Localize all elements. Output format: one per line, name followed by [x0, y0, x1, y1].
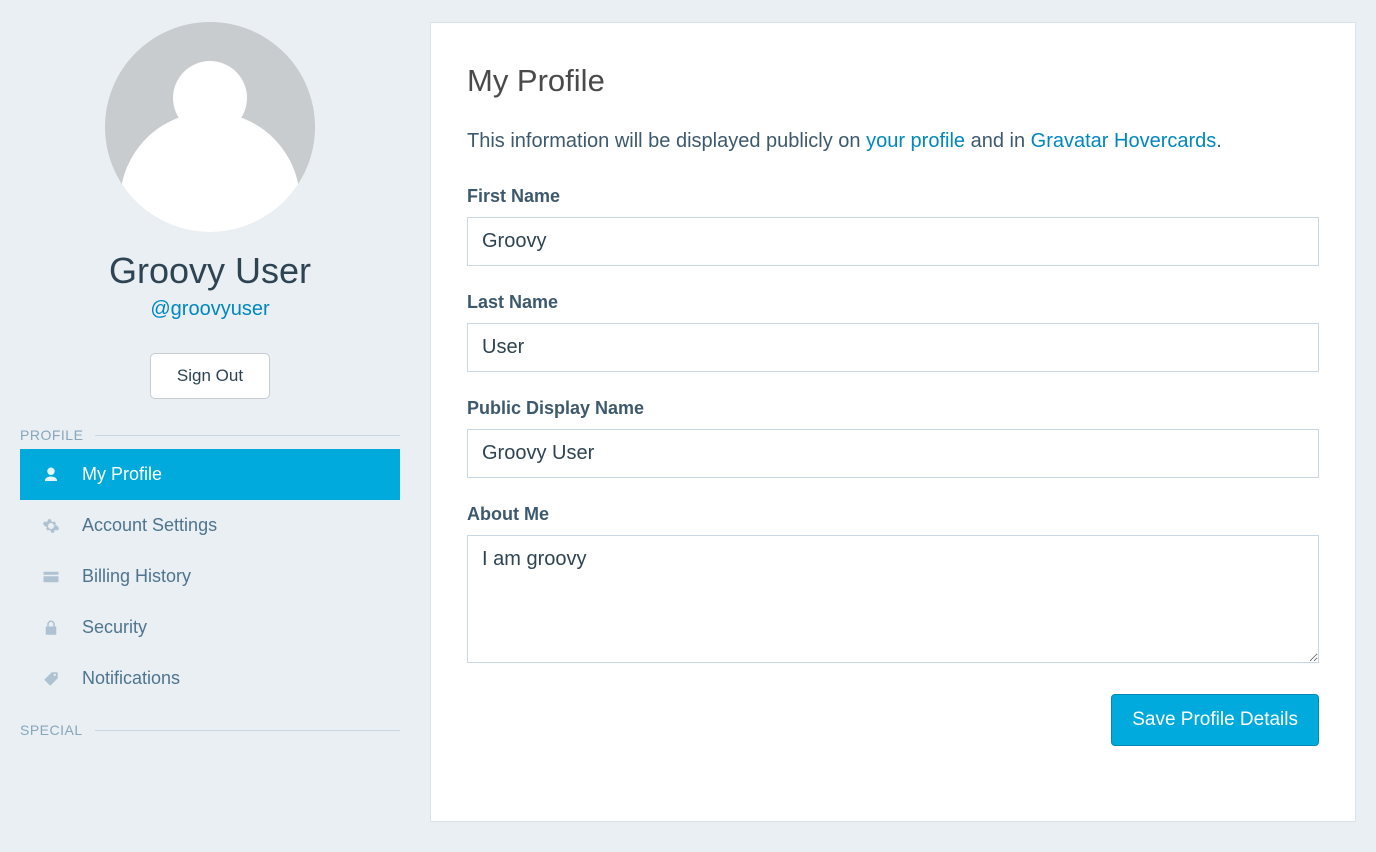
sidebar-item-billing-history[interactable]: Billing History	[20, 551, 400, 602]
gravatar-hovercards-link[interactable]: Gravatar Hovercards	[1031, 130, 1217, 152]
user-handle[interactable]: @groovyuser	[20, 298, 400, 321]
sidebar-item-label: My Profile	[82, 464, 162, 485]
section-special-label: SPECIAL	[20, 722, 400, 738]
first-name-label: First Name	[467, 186, 1319, 207]
tag-icon	[42, 670, 62, 688]
page-title: My Profile	[467, 63, 1319, 99]
user-icon	[42, 466, 62, 484]
sidebar-item-notifications[interactable]: Notifications	[20, 653, 400, 704]
avatar[interactable]	[105, 22, 315, 232]
intro-prefix: This information will be displayed publi…	[467, 130, 866, 152]
public-display-name-label: Public Display Name	[467, 398, 1319, 419]
sidebar-item-label: Notifications	[82, 668, 180, 689]
save-profile-details-button[interactable]: Save Profile Details	[1111, 694, 1319, 746]
intro-mid: and in	[965, 130, 1031, 152]
gear-icon	[42, 517, 62, 535]
sidebar-item-label: Billing History	[82, 566, 191, 587]
sidebar-item-security[interactable]: Security	[20, 602, 400, 653]
section-profile-label: PROFILE	[20, 427, 400, 443]
sidebar-item-label: Account Settings	[82, 515, 217, 536]
intro-suffix: .	[1216, 130, 1222, 152]
about-me-label: About Me	[467, 504, 1319, 525]
lock-icon	[42, 619, 62, 637]
intro-text: This information will be displayed publi…	[467, 127, 1319, 156]
card-icon	[42, 568, 62, 586]
your-profile-link[interactable]: your profile	[866, 130, 965, 152]
sidebar-item-my-profile[interactable]: My Profile	[20, 449, 400, 500]
last-name-label: Last Name	[467, 292, 1319, 313]
main-panel: My Profile This information will be disp…	[430, 22, 1356, 822]
last-name-input[interactable]	[467, 323, 1319, 372]
first-name-input[interactable]	[467, 217, 1319, 266]
display-name: Groovy User	[20, 250, 400, 292]
sidebar-item-account-settings[interactable]: Account Settings	[20, 500, 400, 551]
public-display-name-input[interactable]	[467, 429, 1319, 478]
sidebar-item-label: Security	[82, 617, 147, 638]
about-me-textarea[interactable]	[467, 535, 1319, 663]
sign-out-button[interactable]: Sign Out	[150, 353, 270, 399]
